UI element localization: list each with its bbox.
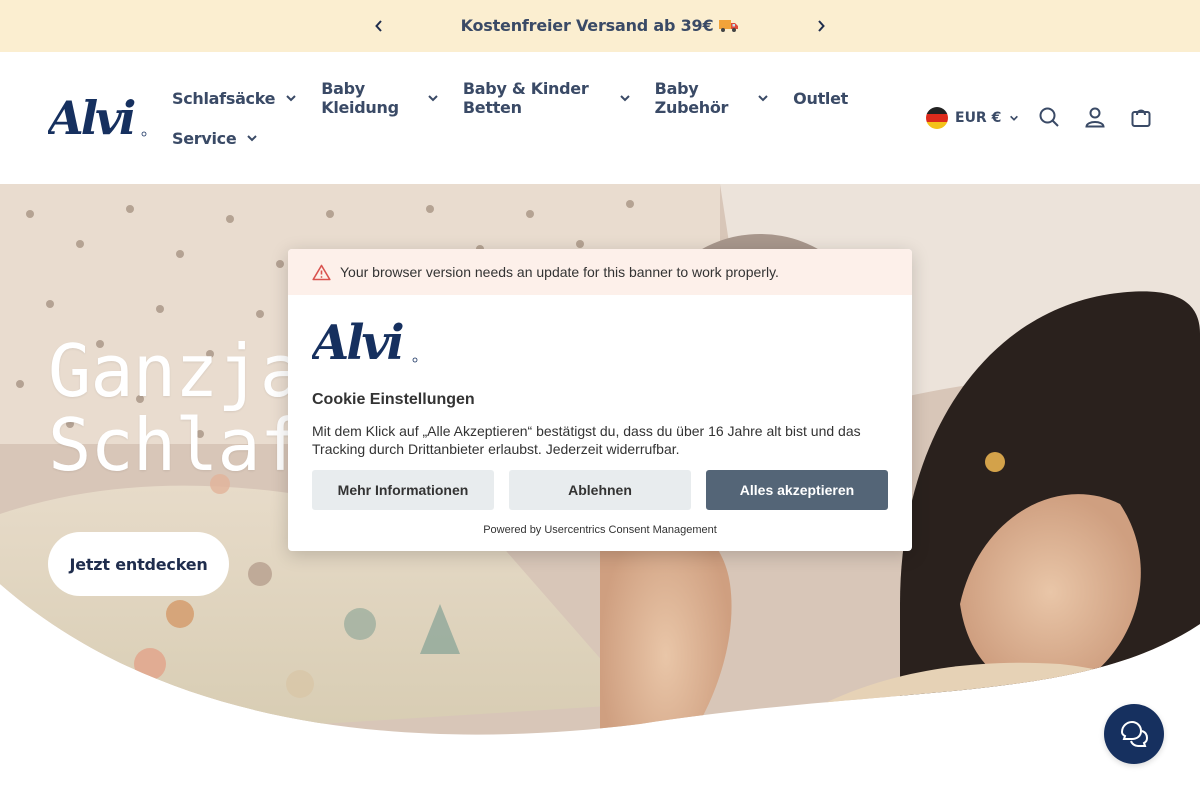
svg-text:Alvi: Alvi (48, 94, 135, 144)
currency-label: EUR € (955, 110, 1002, 126)
announcement-next-button[interactable] (811, 16, 831, 36)
accept-all-button[interactable]: Alles akzeptieren (706, 470, 888, 510)
nav-label: Schlafsäcke (172, 88, 276, 108)
dialog-brand-logo: Alvi (308, 315, 420, 374)
nav-item-baby-zubehoer[interactable]: Baby Zubehör (655, 79, 770, 117)
cookie-consent-dialog: Your browser version needs an update for… (288, 249, 912, 551)
chevron-down-icon (246, 132, 258, 144)
search-icon (1039, 107, 1059, 127)
nav-item-outlet[interactable]: Outlet (793, 89, 848, 108)
svg-text:Alvi: Alvi (312, 319, 403, 369)
announcement-label: Kostenfreier Versand ab 39€ (460, 15, 714, 35)
nav-label: Baby & Kinder Betten (462, 79, 589, 117)
browser-warning-text: Your browser version needs an update for… (340, 264, 779, 280)
announcement-bar: Kostenfreier Versand ab 39€ (0, 0, 1200, 52)
cart-icon (1131, 109, 1151, 127)
deny-button[interactable]: Ablehnen (509, 470, 691, 510)
browser-warning-banner: Your browser version needs an update for… (288, 249, 912, 295)
nav-item-baby-kleidung[interactable]: Baby Kleidung (321, 79, 439, 117)
chevron-left-icon (375, 20, 382, 32)
powered-by-link[interactable]: Powered by Usercentrics Consent Manageme… (288, 524, 912, 536)
hero-title-line-1: Ganzja (48, 329, 303, 413)
chevron-down-icon (619, 92, 631, 104)
announcement-prev-button[interactable] (369, 16, 389, 36)
cart-button[interactable] (1128, 104, 1154, 130)
chat-icon (1120, 720, 1149, 747)
nav-label: Outlet (793, 88, 848, 108)
currency-selector[interactable]: EUR € (926, 107, 1019, 129)
brand-logo[interactable]: Alvi (44, 91, 148, 145)
chat-button[interactable] (1104, 704, 1164, 764)
discover-button[interactable]: Jetzt entdecken (48, 532, 229, 596)
chevron-down-icon (285, 92, 297, 104)
announcement-text: Kostenfreier Versand ab 39€ (461, 16, 740, 37)
cookie-dialog-description: Mit dem Klick auf „Alle Akzeptieren“ bes… (312, 423, 861, 457)
main-navigation: Schlafsäcke Baby Kleidung Baby & Kinder … (172, 79, 872, 168)
chevron-down-icon (1009, 113, 1019, 123)
nav-item-service[interactable]: Service (172, 129, 258, 148)
nav-item-schlafsaecke[interactable]: Schlafsäcke (172, 89, 297, 108)
search-button[interactable] (1036, 104, 1062, 130)
account-icon (1085, 107, 1105, 128)
nav-item-baby-kinder-betten[interactable]: Baby & Kinder Betten (463, 79, 631, 117)
nav-label: Service (172, 128, 237, 148)
chevron-down-icon (757, 92, 769, 104)
warning-icon (312, 264, 331, 280)
germany-flag-icon (926, 107, 948, 129)
nav-label: Baby Kleidung (321, 79, 399, 117)
chevron-right-icon (818, 20, 825, 32)
chevron-down-icon (427, 92, 439, 104)
header-utilities: EUR € (926, 106, 1019, 130)
cookie-dialog-title: Cookie Einstellungen (312, 391, 475, 408)
account-button[interactable] (1082, 104, 1108, 130)
truck-icon (719, 17, 739, 37)
nav-label: Baby Zubehör (654, 79, 729, 117)
hero-title-line-2: Schlaf (48, 403, 303, 487)
hero-title: Ganzja Schlaf (48, 329, 303, 487)
site-header: Alvi Schlafsäcke Baby Kleidung Baby & Ki… (0, 52, 1200, 184)
more-info-button[interactable]: Mehr Informationen (312, 470, 494, 510)
